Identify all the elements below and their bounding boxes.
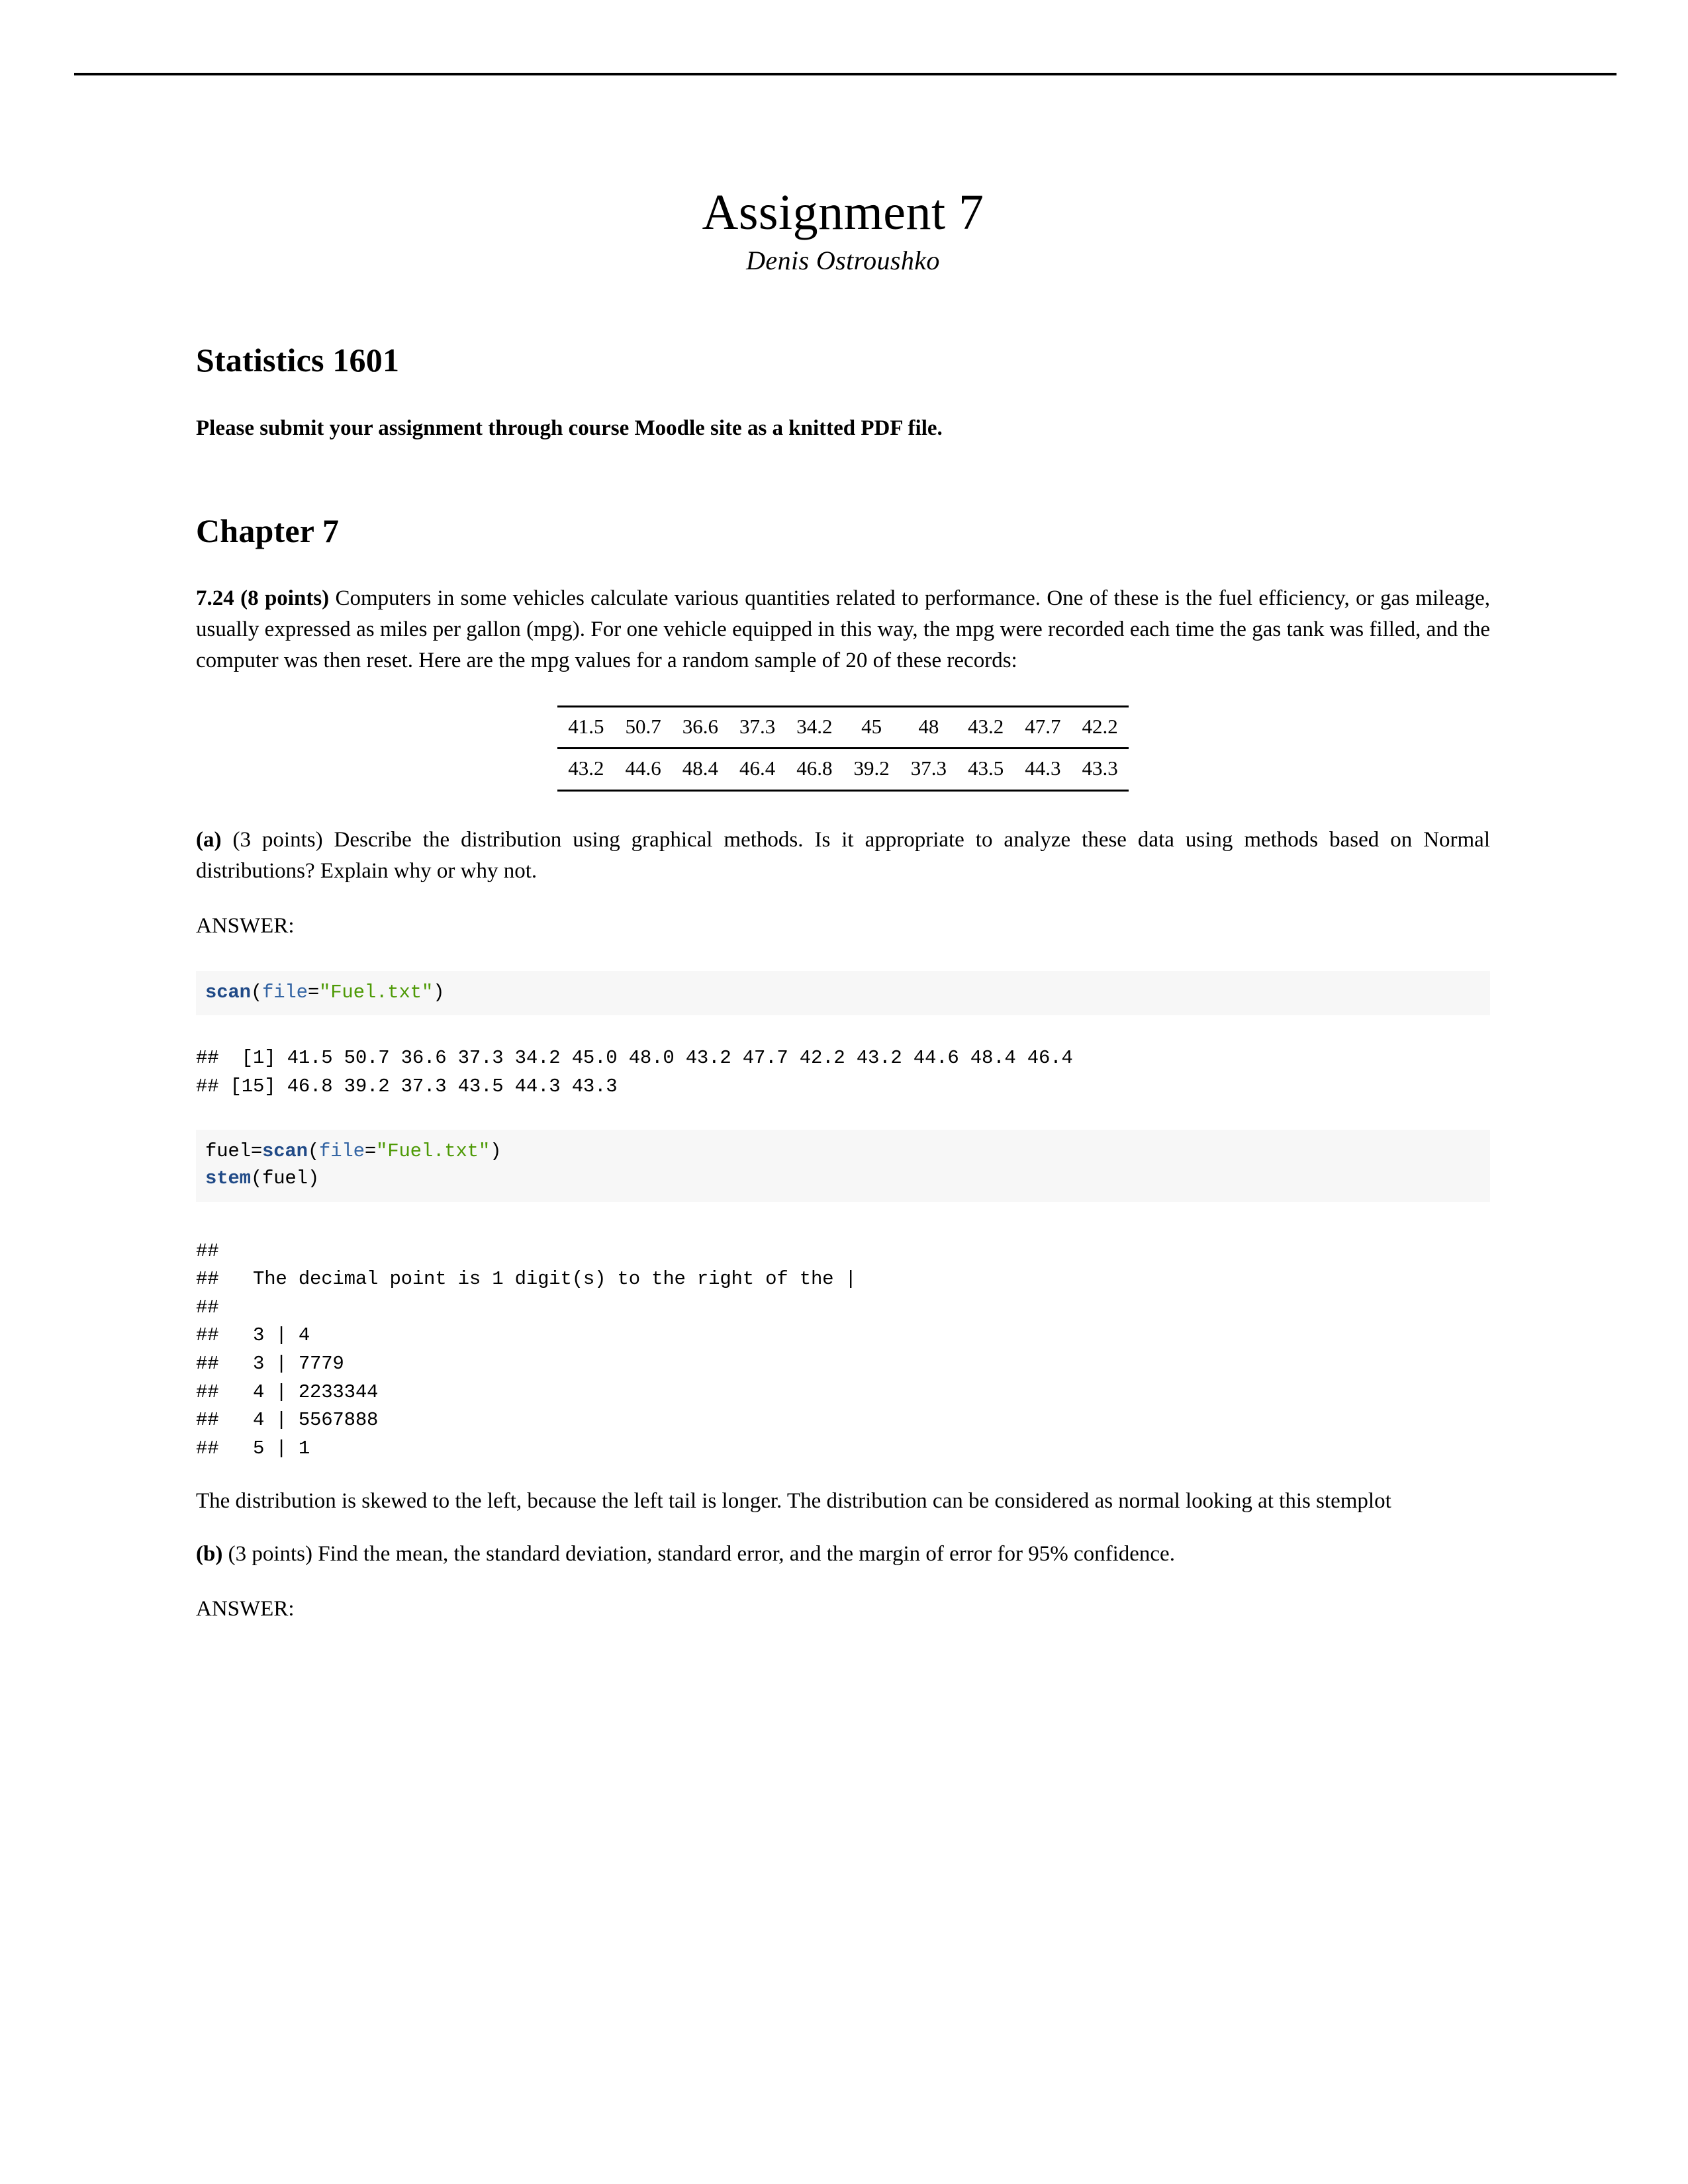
table-cell: 46.4 (729, 748, 786, 792)
page-header-rule (74, 73, 1617, 75)
code-token-close-paren: ) (307, 1167, 320, 1190)
part-a-answer-label: ANSWER: (196, 913, 295, 938)
table-cell: 36.6 (671, 705, 729, 750)
part-a-question: (a) (3 points) Describe the distribution… (196, 825, 1490, 887)
document-author: Denis Ostroushko (746, 245, 940, 275)
table-cell: 45 (843, 705, 900, 750)
table-cell: 48 (900, 705, 957, 750)
submission-instruction: Please submit your assignment through co… (196, 416, 943, 441)
table-cell: 34.2 (786, 705, 843, 750)
problem-7-24-paragraph: 7.24 (8 points) Computers in some vehicl… (196, 583, 1490, 676)
code-token-argument-fuel: fuel (262, 1167, 308, 1190)
mpg-data-table-wrapper: 41.5 50.7 36.6 37.3 34.2 45 48 43.2 47.7… (196, 705, 1490, 792)
problem-prompt-text: Computers in some vehicles calculate var… (196, 586, 1491, 672)
table-cell: 46.8 (786, 748, 843, 792)
part-a-text: (3 points) Describe the distribution usi… (196, 828, 1490, 884)
chapter-heading: Chapter 7 (196, 512, 340, 549)
code-token-function: scan (205, 981, 251, 1003)
code-token-argument: file (319, 1140, 365, 1163)
code-token-function-stem: stem (205, 1167, 251, 1190)
table-cell: 50.7 (614, 705, 672, 750)
table-cell: 43.2 (557, 748, 615, 792)
code-block-fuel-stem: fuel=scan(file="Fuel.txt") stem(fuel) (196, 1130, 1490, 1202)
part-b-question: (b) (3 points) Find the mean, the standa… (196, 1539, 1490, 1570)
table-row: 43.2 44.6 48.4 46.4 46.8 39.2 37.3 43.5 … (557, 748, 1129, 792)
code-token-argument: file (262, 981, 308, 1003)
document-content: Assignment 7 Denis Ostroushko Statistics… (196, 185, 1490, 1625)
table-cell: 42.2 (1071, 705, 1129, 750)
table-cell: 37.3 (900, 748, 957, 792)
code-output-scan-values: ## [1] 41.5 50.7 36.6 37.3 34.2 45.0 48.… (196, 1046, 1073, 1097)
part-a-label: (a) (196, 828, 222, 852)
code-token-string: "Fuel.txt" (376, 1140, 491, 1163)
code-token-equals: = (307, 981, 320, 1003)
code-token-close-paren: ) (490, 1140, 502, 1163)
code-token-open-paren: ( (307, 1140, 320, 1163)
table-cell: 43.2 (957, 705, 1015, 750)
table-cell: 43.3 (1071, 748, 1129, 792)
code-token-assign: = (250, 1140, 263, 1163)
code-token-variable: fuel (205, 1140, 251, 1163)
table-row: 41.5 50.7 36.6 37.3 34.2 45 48 43.2 47.7… (557, 705, 1129, 750)
code-token-close-paren: ) (433, 981, 445, 1003)
code-output-stemplot: ## ## The decimal point is 1 digit(s) to… (196, 1240, 857, 1459)
table-cell: 44.6 (614, 748, 672, 792)
table-cell: 48.4 (671, 748, 729, 792)
mpg-data-table: 41.5 50.7 36.6 37.3 34.2 45 48 43.2 47.7… (557, 705, 1129, 792)
table-cell: 39.2 (843, 748, 900, 792)
table-cell: 44.3 (1014, 748, 1072, 792)
table-cell: 41.5 (557, 705, 615, 750)
code-token-open-paren: ( (250, 981, 263, 1003)
table-cell: 47.7 (1014, 705, 1072, 750)
part-b-text: (3 points) Find the mean, the standard d… (222, 1542, 1175, 1567)
code-token-equals: = (364, 1140, 377, 1163)
table-cell: 43.5 (957, 748, 1015, 792)
part-b-answer-label: ANSWER: (196, 1597, 295, 1621)
code-token-function: scan (262, 1140, 308, 1163)
code-block-scan: scan(file="Fuel.txt") (196, 970, 1490, 1015)
problem-number-label: 7.24 (8 points) (196, 586, 330, 611)
code-token-string: "Fuel.txt" (319, 981, 434, 1003)
code-token-open-paren: ( (250, 1167, 263, 1190)
section-heading-statistics: Statistics 1601 (196, 341, 400, 379)
document-page: Assignment 7 Denis Ostroushko Statistics… (0, 0, 1688, 2184)
part-b-label: (b) (196, 1542, 223, 1567)
page-title: Assignment 7 (702, 185, 984, 240)
part-a-conclusion: The distribution is skewed to the left, … (196, 1488, 1391, 1513)
table-cell: 37.3 (729, 705, 786, 750)
